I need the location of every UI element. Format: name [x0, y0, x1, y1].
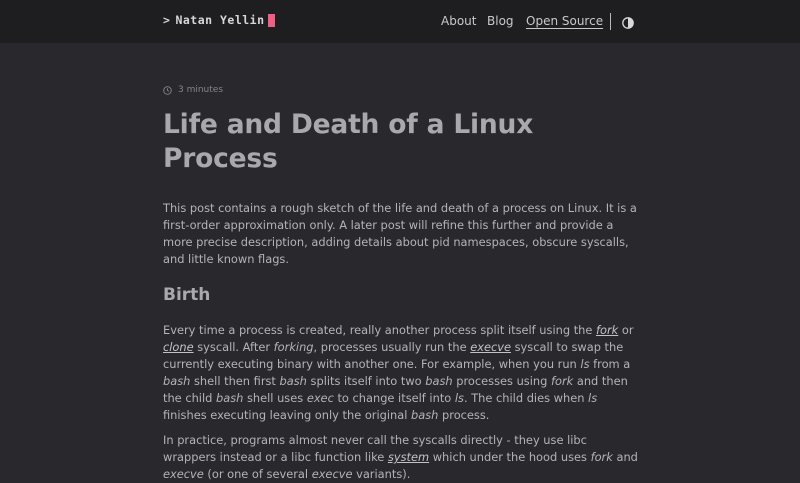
text: process.	[438, 408, 490, 422]
text: and	[612, 450, 638, 464]
main-nav: About Blog Open Source	[0, 13, 800, 30]
emphasis: bash	[215, 391, 244, 405]
text: variants).	[352, 467, 411, 481]
text: shell then first	[190, 374, 280, 388]
text: from a	[589, 357, 631, 371]
reading-time: 3 minutes	[178, 85, 224, 95]
text: splits itself into two	[306, 374, 426, 388]
emphasis: bash	[279, 374, 307, 388]
post-title: Life and Death of a Linux Process	[163, 109, 534, 174]
emphasis: ls	[580, 357, 590, 371]
text: or	[618, 323, 634, 337]
emphasis: ls	[454, 391, 464, 405]
contrast-icon[interactable]	[622, 14, 634, 29]
post-content: 3 minutes Life and Death of a Linux Proc…	[163, 43, 638, 483]
emphasis: execve	[163, 467, 204, 481]
text: Every time a process is created, really …	[163, 323, 597, 337]
emphasis: bash	[425, 374, 453, 388]
text: to change itself into	[333, 391, 455, 405]
system-link[interactable]: system	[388, 450, 429, 464]
text: processes using	[452, 374, 551, 388]
fork-link[interactable]: fork	[596, 323, 618, 337]
clone-link[interactable]: clone	[163, 340, 194, 354]
post-meta: 3 minutes	[163, 85, 638, 95]
nav-about-link[interactable]: About	[441, 13, 476, 29]
text: finishes executing leaving only the orig…	[163, 408, 412, 422]
emphasis: fork	[590, 450, 613, 464]
emphasis: execve	[311, 467, 353, 481]
emphasis: exec	[306, 391, 334, 405]
nav-open-source-link[interactable]: Open Source	[526, 13, 603, 29]
birth-paragraph-2: In practice, programs almost never call …	[163, 432, 638, 483]
text: which under the hood uses	[429, 450, 591, 464]
text: (or one of several	[203, 467, 312, 481]
emphasis: bash	[411, 408, 439, 422]
nav-blog-link[interactable]: Blog	[487, 13, 514, 29]
clock-icon	[163, 85, 172, 95]
text: shell uses	[243, 391, 307, 405]
emphasis: fork	[550, 374, 574, 388]
site-header: > Natan Yellin About Blog Open Source	[0, 0, 800, 43]
emphasis: ls	[588, 391, 598, 405]
text: , processes usually run the	[313, 340, 471, 354]
section-heading-birth: Birth	[163, 285, 211, 305]
birth-paragraph-1: Every time a process is created, really …	[163, 322, 638, 424]
text: syscall. After	[193, 340, 274, 354]
execve-link[interactable]: execve	[470, 340, 511, 354]
emphasis: forking	[273, 340, 314, 354]
nav-divider	[610, 13, 611, 30]
text: . The child dies when	[463, 391, 589, 405]
intro-paragraph: This post contains a rough sketch of the…	[163, 201, 637, 266]
emphasis: bash	[163, 374, 191, 388]
